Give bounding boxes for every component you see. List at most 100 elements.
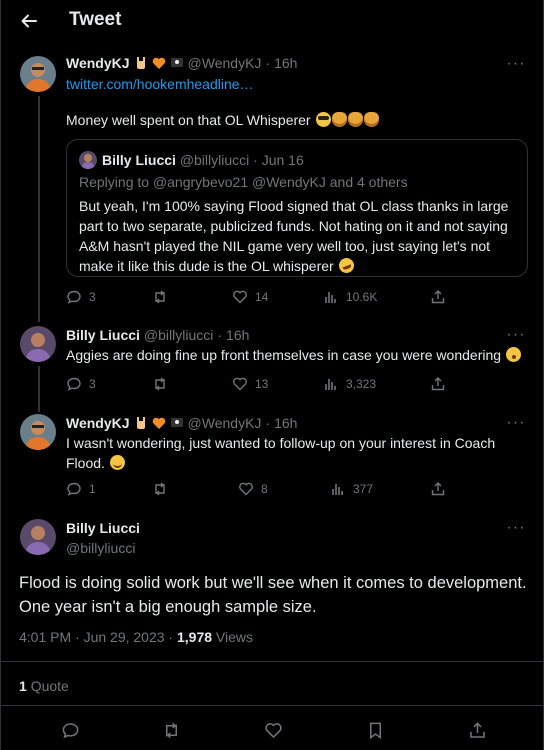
tweet-header: Billy Liucci @billyliucci · 16h: [66, 327, 249, 343]
avatar[interactable]: [20, 56, 56, 92]
tweet-page: Tweet WendyKJ @WendyKJ · 16h ··· twitter…: [0, 0, 544, 750]
tweet-link[interactable]: twitter.com/hookemheadline…: [66, 74, 254, 94]
retweet-icon: [155, 482, 165, 496]
retweet-icon: [155, 290, 165, 304]
tweet-text-content: Money well spent on that OL Whisperer: [66, 112, 311, 128]
reply-icon: [67, 290, 81, 304]
reply-icon: [67, 377, 81, 391]
like-button[interactable]: 8: [238, 481, 268, 497]
sunglasses-emoji-icon: [315, 112, 331, 127]
pancakes-emoji-icon: [363, 112, 379, 127]
rock-hand-icon: [134, 56, 148, 70]
reply-button[interactable]: [60, 720, 80, 740]
more-options-icon[interactable]: ···: [507, 414, 525, 431]
quote-count: 1: [19, 678, 27, 694]
retweet-icon: [165, 722, 177, 738]
main-tweet-actions: [1, 718, 544, 742]
back-arrow-icon[interactable]: [15, 8, 43, 34]
avatar[interactable]: [20, 519, 56, 555]
tweet-meta: 4:01 PM · Jun 29, 2023 · 1,978 Views: [19, 629, 253, 645]
tweet-actions: 1 8 377: [66, 481, 446, 499]
avatar: [79, 151, 97, 169]
views-icon: [325, 292, 336, 303]
quote-text-content: But yeah, I'm 100% saying Flood signed t…: [79, 198, 509, 274]
like-button[interactable]: 13: [232, 376, 268, 392]
like-count: 14: [255, 290, 269, 304]
retweet-button[interactable]: [152, 376, 168, 392]
share-icon: [431, 290, 445, 304]
reply-button[interactable]: 1: [66, 481, 96, 497]
handle[interactable]: @billyliucci: [66, 540, 135, 556]
reply-button[interactable]: 3: [66, 289, 96, 305]
view-count: 377: [353, 482, 374, 496]
share-button[interactable]: [430, 376, 446, 392]
handle[interactable]: @WendyKJ: [188, 415, 262, 431]
retweet-icon: [155, 377, 165, 391]
heart-icon: [233, 377, 247, 391]
main-tweet-text: Flood is doing solid work but we'll see …: [19, 574, 527, 616]
views-label: Views: [215, 629, 254, 645]
display-name[interactable]: Billy Liucci: [66, 520, 140, 536]
reply-icon: [62, 722, 78, 738]
handle[interactable]: @WendyKJ: [188, 55, 262, 71]
handle: @billyliucci: [179, 152, 250, 168]
view-count: 3,323: [346, 377, 377, 391]
separator: ·: [265, 415, 271, 431]
more-options-icon[interactable]: ···: [507, 326, 525, 343]
reply-count: 3: [89, 290, 96, 304]
like-button[interactable]: 14: [232, 289, 268, 305]
share-button[interactable]: [467, 720, 487, 740]
reply-icon: [67, 482, 81, 496]
smiling-emoji-icon: [109, 455, 125, 470]
share-icon: [431, 482, 445, 496]
more-options-icon[interactable]: ···: [507, 519, 525, 536]
share-icon: [431, 377, 445, 391]
thread-line: [38, 96, 40, 322]
display-name[interactable]: WendyKJ: [66, 415, 130, 431]
bookmark-button[interactable]: [365, 720, 385, 740]
pirate-flag-icon: [170, 416, 184, 430]
tweet-header: WendyKJ @WendyKJ · 16h: [66, 415, 297, 431]
tweet-text-content: I wasn't wondering, just wanted to follo…: [66, 435, 496, 471]
quoted-tweet[interactable]: Billy Liucci @billyliucci · Jun 16 Reply…: [66, 139, 528, 277]
header: Tweet: [1, 0, 544, 42]
display-name[interactable]: Billy Liucci: [66, 327, 140, 343]
timestamp[interactable]: 16h: [226, 327, 249, 343]
tweet-header: WendyKJ @WendyKJ · 16h: [66, 55, 297, 71]
more-options-icon[interactable]: ···: [507, 55, 525, 72]
pirate-flag-icon: [170, 56, 184, 70]
astonished-emoji-icon: [505, 347, 521, 362]
handle[interactable]: @billyliucci: [144, 327, 213, 343]
reply-count: 1: [89, 482, 96, 496]
view-count: 10.6K: [346, 290, 378, 304]
like-button[interactable]: [263, 720, 283, 740]
pancakes-emoji-icon: [347, 112, 363, 127]
timestamp: Jun 16: [261, 152, 304, 168]
quotes-link[interactable]: 1 Quote: [19, 678, 69, 694]
avatar[interactable]: [20, 414, 56, 450]
retweet-button[interactable]: [152, 289, 168, 305]
page-title: Tweet: [69, 9, 122, 30]
separator: ·: [217, 327, 223, 343]
bookmark-icon: [369, 722, 381, 739]
tweet-text: Aggies are doing fine up front themselve…: [66, 345, 526, 365]
retweet-button[interactable]: [152, 481, 168, 497]
timestamp[interactable]: 16h: [274, 55, 297, 71]
share-button[interactable]: [430, 481, 446, 497]
views-button[interactable]: 3,323: [323, 376, 376, 392]
views-button[interactable]: 377: [330, 481, 373, 497]
views-button[interactable]: 10.6K: [323, 289, 377, 305]
quote-header: Billy Liucci @billyliucci · Jun 16: [102, 152, 304, 168]
tweet-timestamp[interactable]: 4:01 PM · Jun 29, 2023 ·: [19, 629, 173, 645]
retweet-button[interactable]: [161, 720, 181, 740]
reply-button[interactable]: 3: [66, 376, 96, 392]
tweet-actions: 3 13 3,323: [66, 376, 446, 394]
heart-icon: [233, 290, 247, 304]
avatar[interactable]: [20, 326, 56, 362]
replying-prefix: Replying to: [79, 174, 150, 190]
share-icon: [469, 721, 485, 738]
display-name[interactable]: WendyKJ: [66, 55, 130, 71]
share-button[interactable]: [430, 289, 446, 305]
heart-icon: [264, 722, 282, 738]
timestamp[interactable]: 16h: [274, 415, 297, 431]
